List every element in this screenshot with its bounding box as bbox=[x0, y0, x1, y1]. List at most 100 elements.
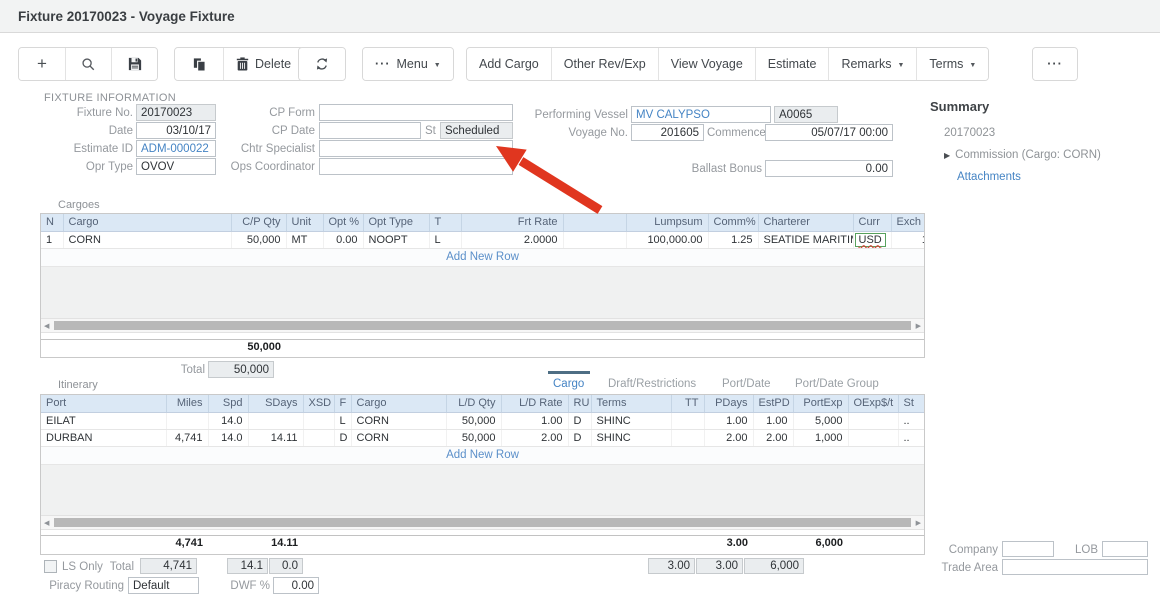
cell-terms[interactable]: SHINC bbox=[591, 412, 671, 429]
cell-oexp[interactable] bbox=[848, 412, 898, 429]
cell-charterer[interactable]: SEATIDE MARITIME bbox=[758, 231, 853, 248]
cell-ru[interactable]: D bbox=[568, 429, 591, 446]
col-header-comm-pct: Comm% bbox=[708, 214, 758, 231]
cell-opt-pct[interactable]: 0.00 bbox=[323, 231, 363, 248]
cell-st[interactable]: .. bbox=[898, 412, 925, 429]
chtr-specialist-field[interactable] bbox=[319, 140, 513, 157]
ls-only-checkbox[interactable] bbox=[44, 560, 57, 573]
scroll-left-icon[interactable]: ◀ bbox=[44, 322, 49, 330]
cell-t[interactable]: L bbox=[429, 231, 461, 248]
itinerary-horizontal-scrollbar[interactable]: ◀ ▶ bbox=[41, 515, 924, 530]
scroll-right-icon[interactable]: ▶ bbox=[916, 322, 921, 330]
attachments-link[interactable]: Attachments bbox=[957, 171, 1021, 183]
cell-estpd[interactable]: 2.00 bbox=[753, 429, 793, 446]
terms-button[interactable]: Terms▼ bbox=[916, 48, 988, 80]
other-rev-exp-button[interactable]: Other Rev/Exp bbox=[551, 48, 658, 80]
cp-form-field[interactable] bbox=[319, 104, 513, 121]
cell-spd[interactable]: 14.0 bbox=[208, 429, 248, 446]
new-record-button[interactable]: + bbox=[19, 48, 65, 80]
cell-lumpsum[interactable]: 100,000.00 bbox=[626, 231, 708, 248]
cell-ld-qty[interactable]: 50,000 bbox=[446, 412, 501, 429]
company-field[interactable] bbox=[1002, 541, 1054, 557]
performing-vessel-field[interactable] bbox=[631, 106, 771, 123]
menu-button[interactable]: ···Menu▼ bbox=[363, 48, 453, 80]
tab-port-date-group[interactable]: Port/Date Group bbox=[795, 378, 879, 390]
cell-pdays[interactable]: 2.00 bbox=[704, 429, 753, 446]
itinerary-scrollbar-thumb[interactable] bbox=[54, 518, 911, 527]
opr-type-field[interactable] bbox=[136, 158, 216, 175]
cell-estpd[interactable]: 1.00 bbox=[753, 412, 793, 429]
cargoes-horizontal-scrollbar[interactable]: ◀ ▶ bbox=[41, 318, 924, 333]
cell-cp-qty[interactable]: 50,000 bbox=[231, 231, 286, 248]
commence-field[interactable] bbox=[765, 124, 893, 141]
cell-unit[interactable]: MT bbox=[286, 231, 323, 248]
cell-sdays[interactable]: 14.11 bbox=[248, 429, 303, 446]
summary-commission-item[interactable]: ▶Commission (Cargo: CORN) bbox=[944, 149, 1101, 161]
status-label: St bbox=[425, 125, 436, 137]
cell-portexp[interactable]: 1,000 bbox=[793, 429, 848, 446]
cell-pdays[interactable]: 1.00 bbox=[704, 412, 753, 429]
cell-f[interactable]: D bbox=[334, 429, 351, 446]
ops-coordinator-field[interactable] bbox=[319, 158, 513, 175]
cell-miles[interactable]: 4,741 bbox=[166, 429, 208, 446]
itinerary-add-new-row-link[interactable]: Add New Row bbox=[41, 447, 924, 465]
scroll-right-icon[interactable]: ▶ bbox=[916, 519, 921, 527]
cell-ld-qty[interactable]: 50,000 bbox=[446, 429, 501, 446]
cell-port[interactable]: DURBAN bbox=[41, 429, 166, 446]
cp-date-field[interactable] bbox=[319, 122, 421, 139]
ballast-bonus-field[interactable] bbox=[765, 160, 893, 177]
cell-oexp[interactable] bbox=[848, 429, 898, 446]
cell-ld-rate[interactable]: 2.00 bbox=[501, 429, 568, 446]
cell-comm-pct[interactable]: 1.25 bbox=[708, 231, 758, 248]
estimate-id-field[interactable] bbox=[136, 140, 216, 157]
cell-terms[interactable]: SHINC bbox=[591, 429, 671, 446]
cell-portexp[interactable]: 5,000 bbox=[793, 412, 848, 429]
cell-blank[interactable] bbox=[563, 231, 626, 248]
more-button[interactable]: ··· bbox=[1033, 48, 1077, 80]
trade-area-field[interactable] bbox=[1002, 559, 1148, 575]
cell-port[interactable]: EILAT bbox=[41, 412, 166, 429]
cell-tt[interactable] bbox=[671, 429, 704, 446]
cargoes-scrollbar-thumb[interactable] bbox=[54, 321, 911, 330]
cell-it-cargo[interactable]: CORN bbox=[351, 429, 446, 446]
cell-n[interactable]: 1 bbox=[41, 231, 63, 248]
tab-cargo[interactable]: Cargo bbox=[553, 378, 584, 390]
cell-xsd[interactable] bbox=[303, 412, 334, 429]
cell-frt-rate[interactable]: 2.0000 bbox=[461, 231, 563, 248]
cell-tt[interactable] bbox=[671, 412, 704, 429]
save-button[interactable] bbox=[111, 48, 157, 80]
copy-button[interactable] bbox=[175, 48, 223, 80]
dwf-field[interactable] bbox=[273, 577, 319, 594]
cell-st[interactable]: .. bbox=[898, 429, 925, 446]
refresh-button[interactable] bbox=[299, 48, 345, 80]
remarks-button[interactable]: Remarks▼ bbox=[828, 48, 916, 80]
add-cargo-button[interactable]: Add Cargo bbox=[467, 48, 551, 80]
voyage-no-field[interactable] bbox=[631, 124, 704, 141]
date-field[interactable] bbox=[136, 122, 216, 139]
itinerary-totals-row: 4,741 14.11 3.00 6,000 bbox=[41, 535, 925, 552]
tab-port-date[interactable]: Port/Date bbox=[722, 378, 771, 390]
estimate-button[interactable]: Estimate bbox=[755, 48, 829, 80]
ls-only-label: LS Only bbox=[62, 561, 103, 573]
cell-sdays[interactable] bbox=[248, 412, 303, 429]
cargo-total-label: Total bbox=[155, 364, 205, 376]
cell-spd[interactable]: 14.0 bbox=[208, 412, 248, 429]
cell-ru[interactable]: D bbox=[568, 412, 591, 429]
tab-draft-restrictions[interactable]: Draft/Restrictions bbox=[608, 378, 696, 390]
delete-button[interactable]: Delete bbox=[223, 48, 303, 80]
view-voyage-button[interactable]: View Voyage bbox=[658, 48, 755, 80]
piracy-routing-field[interactable] bbox=[128, 577, 199, 594]
cell-exch[interactable]: 1.0000 bbox=[891, 231, 925, 248]
cell-ld-rate[interactable]: 1.00 bbox=[501, 412, 568, 429]
cell-f[interactable]: L bbox=[334, 412, 351, 429]
cell-curr-selected[interactable]: USD bbox=[853, 231, 891, 248]
lob-field[interactable] bbox=[1102, 541, 1148, 557]
search-button[interactable] bbox=[65, 48, 111, 80]
cargoes-add-new-row-link[interactable]: Add New Row bbox=[41, 249, 924, 267]
cell-it-cargo[interactable]: CORN bbox=[351, 412, 446, 429]
cell-xsd[interactable] bbox=[303, 429, 334, 446]
cell-cargo[interactable]: CORN bbox=[63, 231, 231, 248]
cell-miles[interactable] bbox=[166, 412, 208, 429]
scroll-left-icon[interactable]: ◀ bbox=[44, 519, 49, 527]
cell-opt-type[interactable]: NOOPT bbox=[363, 231, 429, 248]
